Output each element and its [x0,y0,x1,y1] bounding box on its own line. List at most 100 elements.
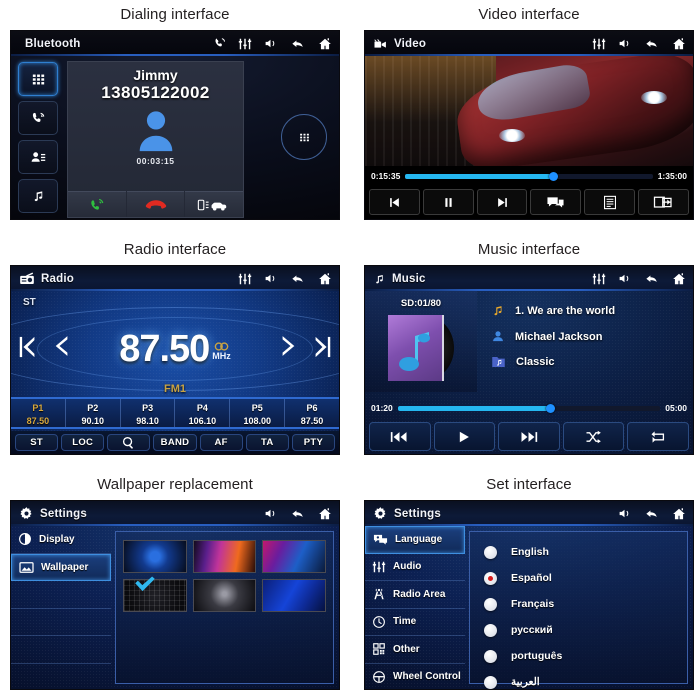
radio-screen: Radio ST 87.50 MHz FM1 P1 87.50 P2 90.10… [10,265,340,455]
music-scrubber[interactable]: 01:20 05:00 [365,398,693,418]
wallpaper-thumb-1[interactable] [123,540,187,573]
back-icon[interactable] [643,272,660,285]
volume-icon[interactable] [617,507,632,520]
language-option-espanol[interactable]: Español [484,565,687,591]
end-call-icon[interactable] [126,191,185,217]
back-icon[interactable] [289,507,306,520]
radio-preset-2[interactable]: P2 90.10 [66,399,121,427]
next-track-icon[interactable] [498,422,560,451]
radio-preset-6[interactable]: P6 87.50 [285,399,339,427]
music-progress-bar[interactable] [397,403,661,413]
back-icon[interactable] [643,507,660,520]
radio-preset-1[interactable]: P1 87.50 [11,399,66,427]
radio-seek-up-end[interactable] [311,335,333,359]
subtitle-icon[interactable] [530,189,582,215]
back-icon[interactable] [643,37,660,50]
radio-button-espanol[interactable] [484,571,497,585]
radio-button-band[interactable]: BAND [153,434,197,451]
music-header-title: Music [392,272,426,285]
sidebar-item-display[interactable]: Display [11,526,111,554]
language-option-arabic[interactable]: العربية [484,669,687,689]
shuffle-icon[interactable] [562,422,625,451]
radio-button-portugues[interactable] [484,649,497,663]
transfer-call-icon[interactable] [185,191,244,217]
sidebar-item-radio-area[interactable]: Radio Area [365,581,465,609]
radio-button-ta[interactable]: TA [245,434,289,451]
radio-button-loc[interactable]: LOC [61,434,105,451]
next-icon[interactable] [476,189,528,215]
dialing-sidebar-contacts[interactable] [18,140,58,174]
radio-seek-down-end[interactable] [17,335,39,359]
pause-icon[interactable] [422,189,474,215]
wallpaper-thumb-3[interactable] [262,540,326,573]
back-icon[interactable] [289,272,306,285]
search-icon[interactable] [107,434,151,451]
radio-preset-4[interactable]: P4 106.10 [175,399,231,427]
wallpaper-thumb-2[interactable] [192,540,257,573]
home-icon[interactable] [317,507,333,521]
music-artist-row: Michael Jackson [491,329,693,344]
language-option-english[interactable]: English [484,539,687,565]
dialing-keypad-button[interactable] [281,114,327,160]
equalizer-icon[interactable] [238,272,252,286]
video-frame[interactable] [365,56,693,166]
volume-icon[interactable] [617,272,632,285]
equalizer-icon[interactable] [592,272,606,286]
radio-preset-3[interactable]: P3 98.10 [121,399,176,427]
dialing-sidebar-keypad[interactable] [18,62,58,96]
radio-button-arabic[interactable] [484,675,497,689]
dialing-sidebar-call-log[interactable] [18,101,58,135]
sidebar-item-time[interactable]: Time [365,609,465,636]
sidebar-item-wallpaper[interactable]: Wallpaper [11,553,111,581]
sidebar-item-other[interactable]: Other [365,636,465,664]
equalizer-icon[interactable] [238,37,252,51]
volume-icon[interactable] [263,507,278,520]
wallpaper-selected-check-icon [134,576,156,592]
radio-preset-5[interactable]: P5 108.00 [230,399,286,427]
video-headlight-right [640,91,667,105]
home-icon[interactable] [671,272,687,286]
sidebar-item-language[interactable]: Language [365,526,465,554]
sidebar-item-wheel-control[interactable]: Wheel Control [365,664,465,690]
radio-seek-down[interactable] [53,335,71,357]
home-icon[interactable] [317,37,333,51]
radio-button-francais[interactable] [484,597,497,611]
language-option-russian[interactable]: русский [484,617,687,643]
video-progress-bar[interactable] [405,171,653,181]
repeat-icon[interactable] [627,422,689,451]
language-option-portugues[interactable]: português [484,643,687,669]
wallpaper-thumb-5[interactable] [192,579,257,612]
music-progress-knob[interactable] [545,403,555,413]
answer-call-icon[interactable] [68,191,126,217]
screen-share-icon[interactable] [638,189,689,215]
radio-button-russian[interactable] [484,623,497,637]
phone-icon[interactable] [212,37,227,50]
play-icon[interactable] [433,422,496,451]
equalizer-icon[interactable] [592,37,606,51]
sidebar-item-empty-4[interactable] [11,609,111,636]
volume-icon[interactable] [263,37,278,50]
sidebar-item-audio[interactable]: Audio [365,554,465,581]
language-option-francais[interactable]: Français [484,591,687,617]
radio-button-st[interactable]: ST [15,434,59,451]
home-icon[interactable] [671,37,687,51]
sidebar-item-empty-5[interactable] [11,636,111,664]
volume-icon[interactable] [263,272,278,285]
sidebar-item-empty-6[interactable] [11,664,111,690]
home-icon[interactable] [317,272,333,286]
video-scrubber[interactable]: 0:15:35 1:35:00 [365,166,693,186]
previous-track-icon[interactable] [369,422,431,451]
wallpaper-thumb-6[interactable] [262,579,326,612]
previous-icon[interactable] [369,189,420,215]
radio-button-pty[interactable]: PTY [291,434,335,451]
sidebar-item-empty-3[interactable] [11,581,111,609]
volume-icon[interactable] [617,37,632,50]
radio-seek-up[interactable] [279,335,297,357]
playlist-icon[interactable] [584,189,636,215]
radio-button-af[interactable]: AF [199,434,243,451]
video-progress-knob[interactable] [549,171,559,181]
dialing-sidebar-music[interactable] [18,179,58,213]
radio-button-english[interactable] [484,545,497,559]
home-icon[interactable] [671,507,687,521]
back-icon[interactable] [289,37,306,50]
